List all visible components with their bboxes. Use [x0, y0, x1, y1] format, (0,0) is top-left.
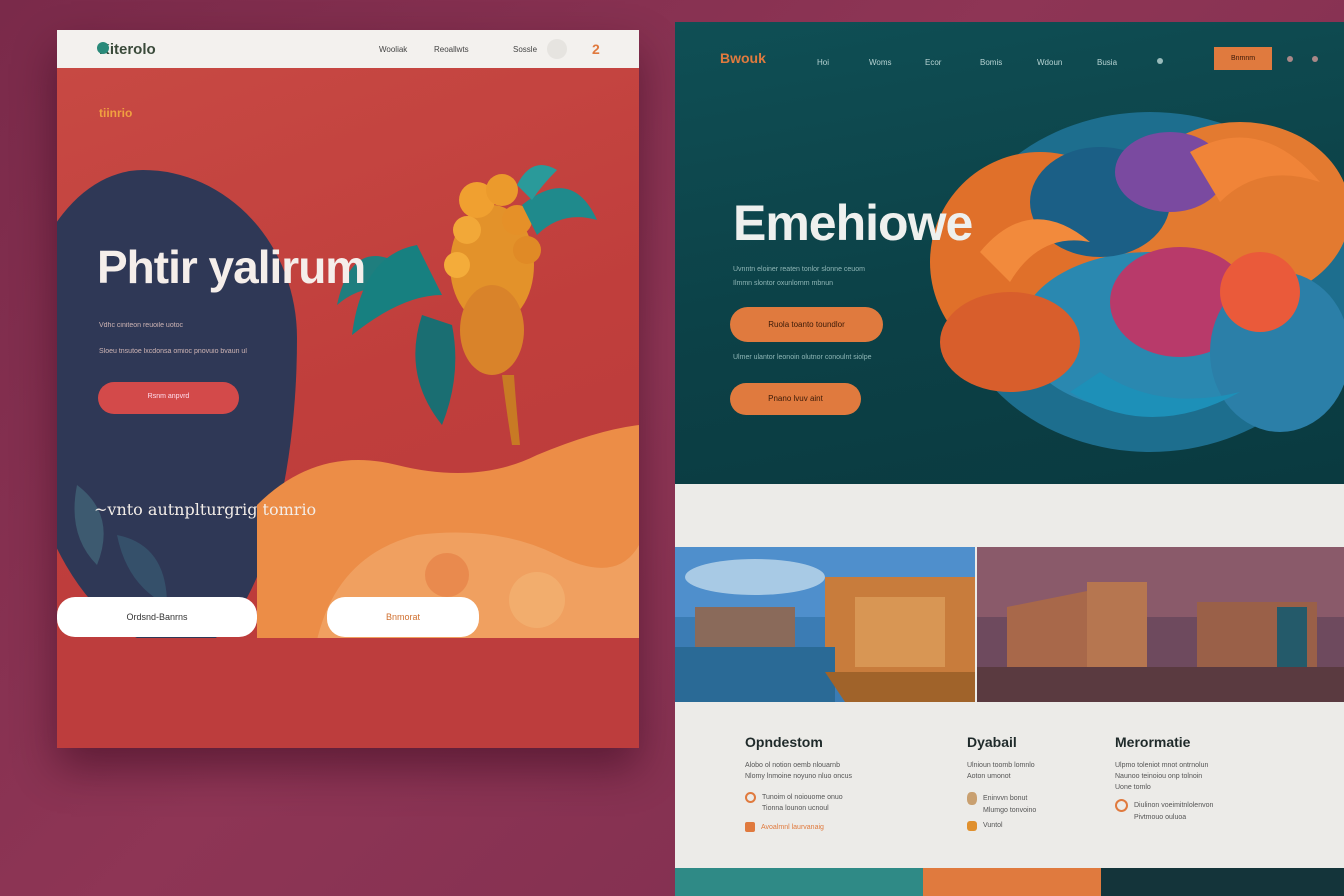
- column-3-text-1: Ulpmo toleniot mnot ontrnolun: [1115, 762, 1209, 769]
- left-button-one[interactable]: Ordsnd-Banrns: [57, 597, 257, 637]
- column-3-text-2: Naunoo teinoiou onp tolnoin: [1115, 773, 1203, 780]
- left-subtitle-2: Sloeu tnsutoe lxcdonsa omioc pnovuio bva…: [99, 348, 247, 355]
- column-1-text-2: Nlomy lnmoine noyuno nluo oncus: [745, 773, 853, 780]
- right-subtitle-1: Uvnntn eloiner reaten tonlor slonne ceuo…: [733, 266, 865, 273]
- column-3-item-1: Diulinon voeimitnlolenvon: [1115, 799, 1315, 812]
- left-nav-link-1[interactable]: Wooliak: [379, 45, 407, 54]
- right-button-one[interactable]: Ruola toanto toundlor: [730, 307, 883, 342]
- circle-check-icon: [745, 792, 756, 803]
- right-mockup: Bwouk Hoi Woms Ecor Bomis Wdoun Busia Bn…: [675, 22, 1344, 896]
- right-nav-cta-button[interactable]: Bnmnm: [1214, 47, 1272, 70]
- bulb-icon: [967, 792, 977, 805]
- column-3-item-1-label: Diulinon voeimitnlolenvon: [1134, 802, 1214, 809]
- left-navbar: Kiterolo Wooliak Reoallwts Sossle 2: [57, 30, 639, 68]
- column-2-text-1: Ulnioun toomb lomnlo: [967, 762, 1035, 769]
- right-hero-title: Emehiowe: [733, 195, 973, 251]
- column-3-text-3: Uone tomlo: [1115, 784, 1151, 791]
- column-3-title: Merormatie: [1115, 734, 1191, 750]
- left-footer-area: [57, 638, 639, 748]
- feature-column-2: Dyabail Ulnioun toomb lomnlo Aoton umono…: [967, 734, 1107, 831]
- right-nav-link-2[interactable]: Woms: [869, 58, 892, 67]
- photo-old-street: [977, 547, 1344, 702]
- left-search-icon[interactable]: [547, 39, 567, 59]
- bottom-bar-orange: [923, 868, 1101, 896]
- column-1-item-1: Tunoim ol noiouome onuo: [745, 792, 935, 803]
- right-note: Ulmer ulantor leonoin olutnor conoulnt s…: [733, 354, 872, 361]
- photo-canal-town: [675, 547, 975, 702]
- left-cta-button[interactable]: Rsnm anpvrd: [98, 382, 239, 414]
- right-button-two[interactable]: Pnano lvuv aint: [730, 383, 861, 415]
- right-nav-dot-icon[interactable]: [1287, 56, 1293, 62]
- link-arrow-icon: [745, 822, 755, 832]
- right-hero: Bwouk Hoi Woms Ecor Bomis Wdoun Busia Bn…: [675, 22, 1344, 484]
- column-2-item-2: Mlumgo tonvoino: [983, 807, 1037, 814]
- swirl-sculpture: [930, 112, 1344, 452]
- column-3-item-2: Pivtmouo ouluoa: [1134, 814, 1187, 821]
- left-tagline: ~vnto autnplturgrig tomrio: [94, 500, 317, 519]
- column-2-text-2: Aoton umonot: [967, 773, 1011, 780]
- column-1-item-1-label: Tunoim ol noiouome onuo: [762, 794, 843, 801]
- left-button-two[interactable]: Bnmorat: [327, 597, 479, 637]
- feature-column-3: Merormatie Ulpmo toleniot mnot ontrnolun…: [1115, 734, 1315, 823]
- circle-icon: [1115, 799, 1128, 812]
- column-2-item-1: Eninvvn bonut: [967, 792, 1107, 805]
- column-2-item-3-label: Vuntol: [983, 822, 1003, 829]
- feature-column-1: Opndestom Alobo ol notion oemb nlouarnb …: [745, 734, 935, 832]
- column-1-item-2: Tionna lounon ucnoul: [762, 805, 829, 812]
- column-2-item-1-label: Eninvvn bonut: [983, 795, 1028, 802]
- tag-icon: [967, 820, 977, 831]
- right-nav-link-1[interactable]: Hoi: [817, 58, 829, 67]
- column-1-title: Opndestom: [745, 734, 823, 750]
- left-nav-link-2[interactable]: Reoallwts: [434, 45, 469, 54]
- right-nav-link-4[interactable]: Bomis: [980, 58, 1002, 67]
- right-nav-link-3[interactable]: Ecor: [925, 58, 941, 67]
- left-logo-icon: [97, 42, 109, 54]
- right-nav-search-icon[interactable]: [1157, 58, 1163, 64]
- right-nav-link-5[interactable]: Wdoun: [1037, 58, 1062, 67]
- left-nav-badge[interactable]: 2: [592, 41, 600, 57]
- left-brand-small: tiinrio: [99, 106, 133, 120]
- column-2-title: Dyabail: [967, 734, 1017, 750]
- left-mockup: Kiterolo Wooliak Reoallwts Sossle 2 tiin…: [57, 30, 639, 748]
- right-logo[interactable]: Bwouk: [720, 50, 766, 66]
- column-2-item-3: Vuntol: [967, 820, 1107, 831]
- left-nav-link-3[interactable]: Sossle: [513, 45, 537, 54]
- left-hero-title: Phtir yalirum: [97, 241, 366, 293]
- right-nav-link-6[interactable]: Busia: [1097, 58, 1117, 67]
- bird-illustration: [337, 165, 597, 445]
- right-nav-dot-icon-2[interactable]: [1312, 56, 1318, 62]
- bottom-bar-teal: [675, 868, 923, 896]
- left-subtitle-1: Vdhc ciniteon reuoile uotoc: [99, 322, 184, 329]
- column-1-text-1: Alobo ol notion oemb nlouarnb: [745, 762, 840, 769]
- bottom-bar-dark: [1101, 868, 1344, 896]
- column-1-link[interactable]: Avoalmnl laurvanaig: [761, 824, 824, 831]
- right-subtitle-2: Ilmmn slontor oxunlornm mbnun: [733, 280, 833, 287]
- column-1-link-row[interactable]: Avoalmnl laurvanaig: [745, 822, 935, 832]
